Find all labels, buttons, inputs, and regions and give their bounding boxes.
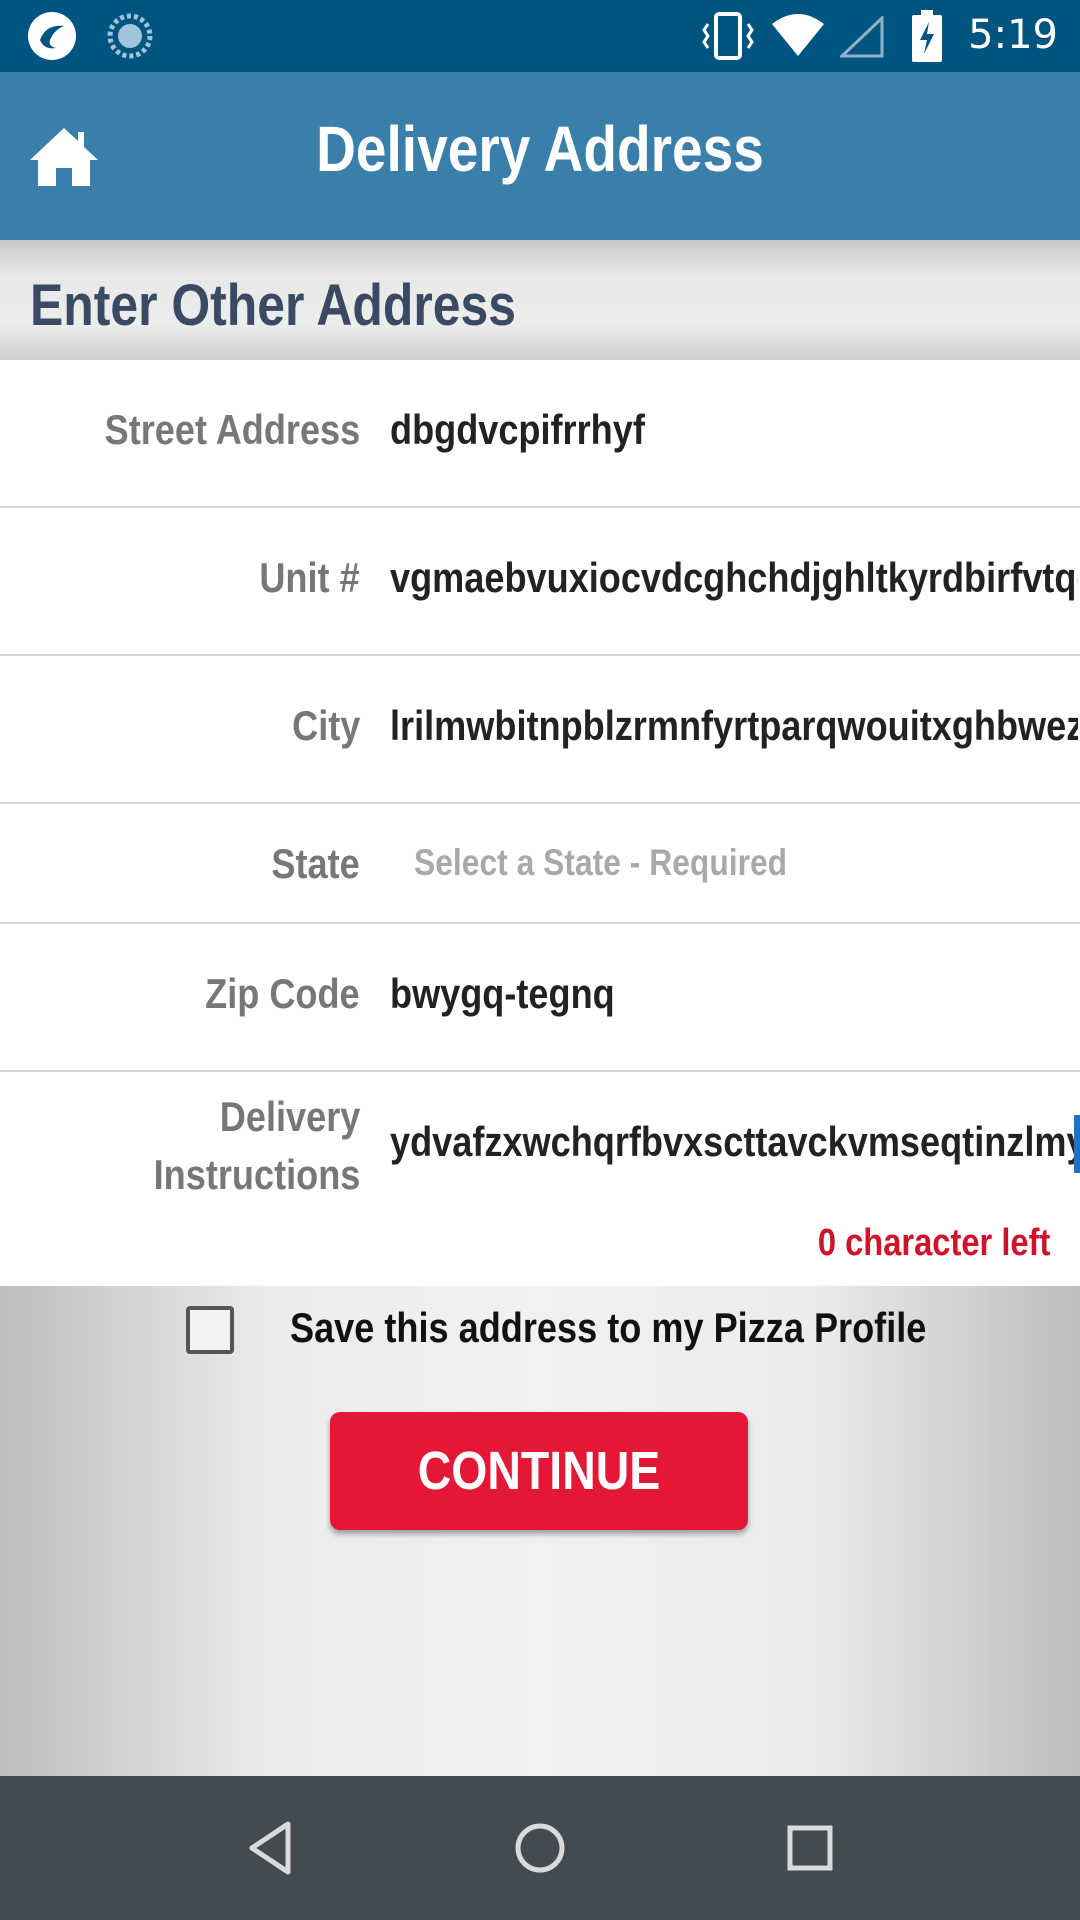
navigation-bar [0, 1776, 1080, 1920]
zip-code-row[interactable]: Zip Code bwygq-tegnq [0, 924, 1080, 1072]
vibrate-icon [702, 12, 754, 60]
status-bar: 5:19 [0, 0, 1080, 72]
signal-icon [840, 16, 884, 58]
save-address-label[interactable]: Save this address to my Pizza Profile [290, 1304, 926, 1352]
battery-charging-icon [912, 10, 942, 62]
page-title: Delivery Address [316, 113, 764, 185]
continue-button-label: CONTINUE [417, 1441, 661, 1501]
unit-row[interactable]: Unit # vgmaebvuxiocvdcghchdjghltkyrdbirf… [0, 508, 1080, 656]
street-address-field[interactable]: dbgdvcpifrrhyf [390, 406, 1078, 454]
state-select[interactable]: Select a State - Required [414, 842, 1080, 884]
zip-code-label: Zip Code [205, 970, 360, 1017]
sync-notification-icon [107, 13, 153, 59]
delivery-instructions-field[interactable]: ydvafzxwchqrfbvxscttavckvmseqtinzlmy [390, 1118, 1078, 1166]
continue-button[interactable]: CONTINUE [330, 1412, 748, 1530]
section-title: Enter Other Address [30, 273, 516, 338]
street-address-label: Street Address [104, 406, 360, 453]
state-row[interactable]: State Select a State - Required [0, 804, 1080, 924]
state-label: State [271, 840, 360, 887]
back-icon[interactable] [244, 1818, 296, 1878]
unit-field[interactable]: vgmaebvuxiocvdcghchdjghltkyrdbirfvtqe [390, 554, 1078, 602]
delivery-instructions-label: Delivery Instructions [153, 1093, 360, 1198]
app-bar: Delivery Address [0, 72, 1080, 240]
zip-code-field[interactable]: bwygq-tegnq [390, 970, 1078, 1018]
section-header: Enter Other Address [0, 240, 1080, 360]
city-field[interactable]: lrilmwbitnpblzrmnfyrtparqwouitxghbwez [390, 702, 1078, 750]
wifi-icon [772, 14, 824, 56]
save-address-checkbox[interactable] [186, 1306, 234, 1354]
address-form: Street Address dbgdvcpifrrhyf Unit # vgm… [0, 360, 1080, 1286]
city-label: City [291, 702, 360, 749]
unit-label: Unit # [259, 554, 360, 601]
city-row[interactable]: City lrilmwbitnpblzrmnfyrtparqwouitxghbw… [0, 656, 1080, 804]
recents-icon[interactable] [782, 1818, 838, 1878]
app-notification-icon [28, 12, 76, 60]
actions-area: Save this address to my Pizza Profile CO… [0, 1286, 1080, 1776]
clock: 5:19 [968, 12, 1058, 58]
home-nav-icon[interactable] [510, 1818, 570, 1878]
character-counter: 0 character left [817, 1222, 1050, 1264]
street-address-row[interactable]: Street Address dbgdvcpifrrhyf [0, 360, 1080, 508]
text-cursor [1074, 1115, 1080, 1173]
